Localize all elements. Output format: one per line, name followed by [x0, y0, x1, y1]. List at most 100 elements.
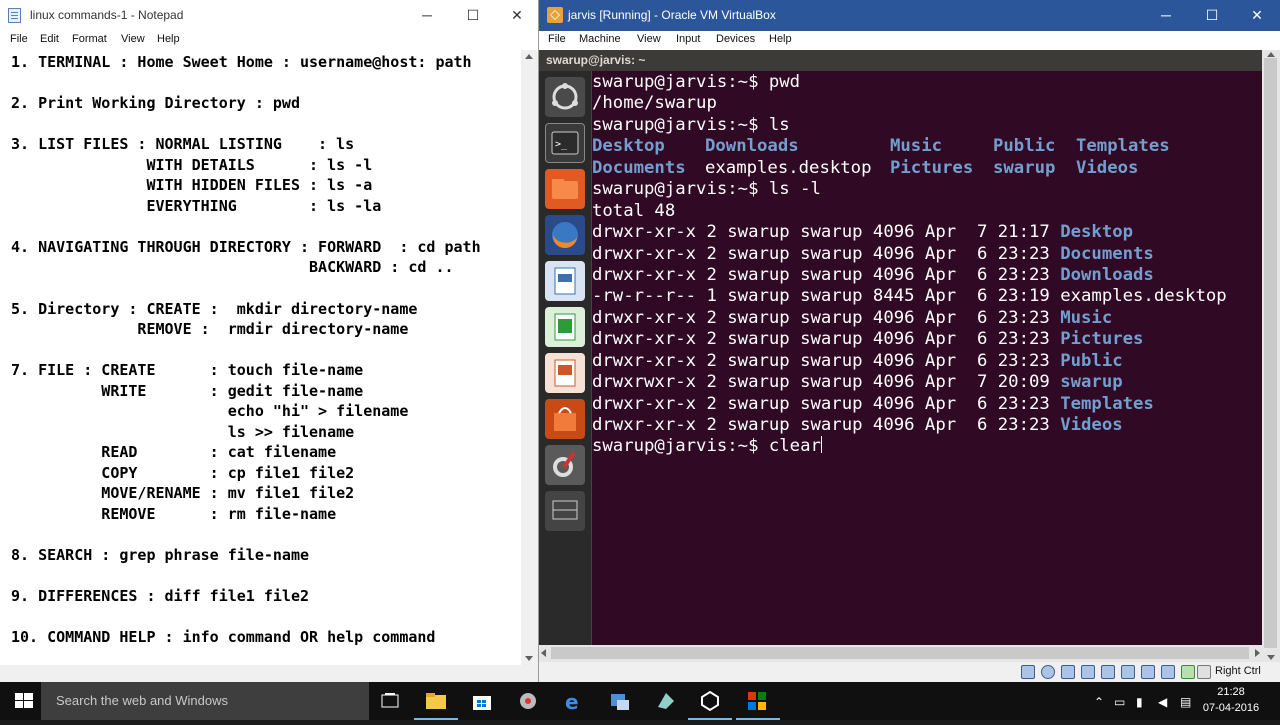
notepad-menubar: File Edit Format View Help [0, 31, 538, 50]
store-icon[interactable] [470, 689, 494, 713]
writer-icon[interactable] [545, 261, 585, 301]
system-clock[interactable]: 21:28 07-04-2016 [1197, 684, 1265, 716]
notepad-titlebar[interactable]: linux commands-1 - Notepad ─ ☐ ✕ [0, 0, 538, 31]
dir-entry: Public [993, 136, 1056, 157]
system-settings-icon[interactable] [545, 445, 585, 485]
menu-file[interactable]: File [548, 33, 566, 45]
vm-vertical-scrollbar[interactable] [1262, 50, 1280, 662]
cpu-activity-icon[interactable] [1181, 665, 1195, 679]
search-input[interactable]: Search the web and Windows [41, 682, 369, 720]
impress-icon[interactable] [545, 353, 585, 393]
action-center-icon[interactable]: ▤ [1180, 695, 1191, 709]
menu-help[interactable]: Help [157, 33, 180, 45]
dir-entry: Downloads [1060, 264, 1154, 285]
listing-meta: drwxrwxr-x 2 swarup swarup 4096 Apr 7 20… [592, 372, 1061, 393]
usb-icon[interactable] [1101, 665, 1115, 679]
clock-date: 07-04-2016 [1202, 702, 1260, 714]
virtualbox-window: jarvis [Running] - Oracle VM VirtualBox … [539, 0, 1280, 682]
listing-meta: drwxr-xr-x 2 swarup swarup 4096 Apr 6 23… [592, 393, 1061, 414]
horizontal-scrollbar[interactable] [0, 665, 521, 682]
menu-input[interactable]: Input [676, 33, 700, 45]
menu-view[interactable]: View [121, 33, 145, 45]
dir-entry: Music [1060, 307, 1113, 328]
dir-entry: Documents [592, 157, 686, 178]
listing-row: drwxr-xr-x 2 swarup swarup 4096 Apr 6 23… [592, 394, 1262, 415]
mouse-integration-icon[interactable] [1197, 665, 1211, 679]
file-entry: examples.desktop [1060, 286, 1227, 307]
calc-icon[interactable] [545, 307, 585, 347]
ubuntu-dash-icon[interactable] [545, 77, 585, 117]
workspace-switcher-icon[interactable] [545, 491, 585, 531]
listing-row: drwxrwxr-x 2 swarup swarup 4096 Apr 7 20… [592, 372, 1262, 393]
typed-command: clear [768, 436, 821, 457]
software-center-icon[interactable] [545, 399, 585, 439]
terminal-output[interactable]: swarup@jarvis:~$ pwd/home/swarup swarup@j… [592, 71, 1262, 662]
firefox-icon[interactable] [545, 215, 585, 255]
maximize-button[interactable]: ☐ [1189, 0, 1235, 31]
menu-machine[interactable]: Machine [579, 33, 621, 45]
vm-horizontal-scrollbar[interactable] [539, 645, 1262, 662]
listing-row: drwxr-xr-x 2 swarup swarup 4096 Apr 6 23… [592, 244, 1262, 265]
listing-meta: drwxr-xr-x 2 swarup swarup 4096 Apr 7 21… [592, 222, 1061, 243]
media-icon[interactable] [608, 689, 632, 713]
terminal-line: /home/swarup [592, 93, 717, 114]
menu-file[interactable]: File [10, 33, 28, 45]
video-capture-icon[interactable] [1161, 665, 1175, 679]
file-entry: examples.desktop [705, 157, 872, 178]
vertical-scrollbar[interactable] [521, 50, 538, 665]
close-button[interactable]: ✕ [1234, 0, 1280, 31]
close-button[interactable]: ✕ [494, 0, 540, 31]
file-explorer-icon[interactable] [424, 689, 448, 713]
ls-row: Documents examples.desktop Pictures swarup V… [592, 158, 1262, 179]
listing-row: drwxr-xr-x 2 swarup swarup 4096 Apr 6 23… [592, 265, 1262, 286]
task-view-icon[interactable] [378, 689, 402, 713]
office-icon[interactable] [745, 689, 769, 713]
minimize-button[interactable]: ─ [1143, 0, 1189, 31]
virtualbox-icon [547, 7, 563, 23]
virtualbox-icon[interactable] [698, 689, 722, 713]
display-icon[interactable] [1141, 665, 1155, 679]
notepad-text-area[interactable]: 1. TERMINAL : Home Sweet Home : username… [0, 50, 521, 665]
text-cursor [820, 436, 822, 454]
shared-folders-icon[interactable] [1121, 665, 1135, 679]
scroll-corner [521, 665, 538, 682]
maximize-button[interactable]: ☐ [450, 0, 496, 31]
virtualbox-menubar: File Machine View Input Devices Help [539, 31, 1280, 50]
hard-disk-icon[interactable] [1021, 665, 1035, 679]
app-icon[interactable] [654, 689, 678, 713]
menu-edit[interactable]: Edit [40, 33, 59, 45]
volume-icon[interactable]: ◀ [1158, 695, 1167, 709]
virtualbox-status-bar: Right Ctrl [539, 662, 1280, 682]
virtualbox-titlebar[interactable]: jarvis [Running] - Oracle VM VirtualBox … [539, 0, 1280, 31]
menu-devices[interactable]: Devices [716, 33, 755, 45]
menu-format[interactable]: Format [72, 33, 107, 45]
listing-meta: drwxr-xr-x 2 swarup swarup 4096 Apr 6 23… [592, 264, 1061, 285]
files-icon[interactable] [545, 169, 585, 209]
tray-app-icon[interactable]: ▭ [1114, 695, 1125, 709]
listing-meta: drwxr-xr-x 2 swarup swarup 4096 Apr 6 23… [592, 243, 1061, 264]
menu-help[interactable]: Help [769, 33, 792, 45]
chevron-up-icon[interactable]: ⌃ [1094, 695, 1104, 709]
audio-icon[interactable] [1061, 665, 1075, 679]
dir-entry: swarup [1060, 372, 1123, 393]
listing-row: drwxr-xr-x 2 swarup swarup 4096 Apr 6 23… [592, 329, 1262, 350]
battery-icon[interactable]: ▮ [1136, 695, 1143, 709]
listing-meta: drwxr-xr-x 2 swarup swarup 4096 Apr 6 23… [592, 415, 1061, 435]
virtualbox-title: jarvis [Running] - Oracle VM VirtualBox [568, 8, 776, 22]
optical-drive-icon[interactable] [1041, 665, 1055, 679]
menu-view[interactable]: View [637, 33, 661, 45]
terminal-icon[interactable]: >_ [545, 123, 585, 163]
dir-entry: Pictures [1060, 329, 1144, 350]
dir-entry: swarup [993, 157, 1056, 178]
dir-entry: Videos [1076, 157, 1139, 178]
listing-row: drwxr-xr-x 2 swarup swarup 4096 Apr 6 23… [592, 351, 1262, 372]
unity-launcher: >_ [539, 71, 592, 662]
prompt-line[interactable]: swarup@jarvis:~$ clear [592, 436, 1262, 457]
dir-entry: Pictures [890, 157, 974, 178]
edge-icon[interactable]: e [562, 689, 586, 714]
terminal-line: swarup@jarvis:~$ ls -l [592, 179, 821, 200]
network-app-icon[interactable] [516, 689, 540, 713]
minimize-button[interactable]: ─ [404, 0, 450, 31]
network-icon[interactable] [1081, 665, 1095, 679]
vm-display[interactable]: swarup@jarvis: ~ >_ swarup@jarvis:~$ pwd… [539, 50, 1280, 662]
